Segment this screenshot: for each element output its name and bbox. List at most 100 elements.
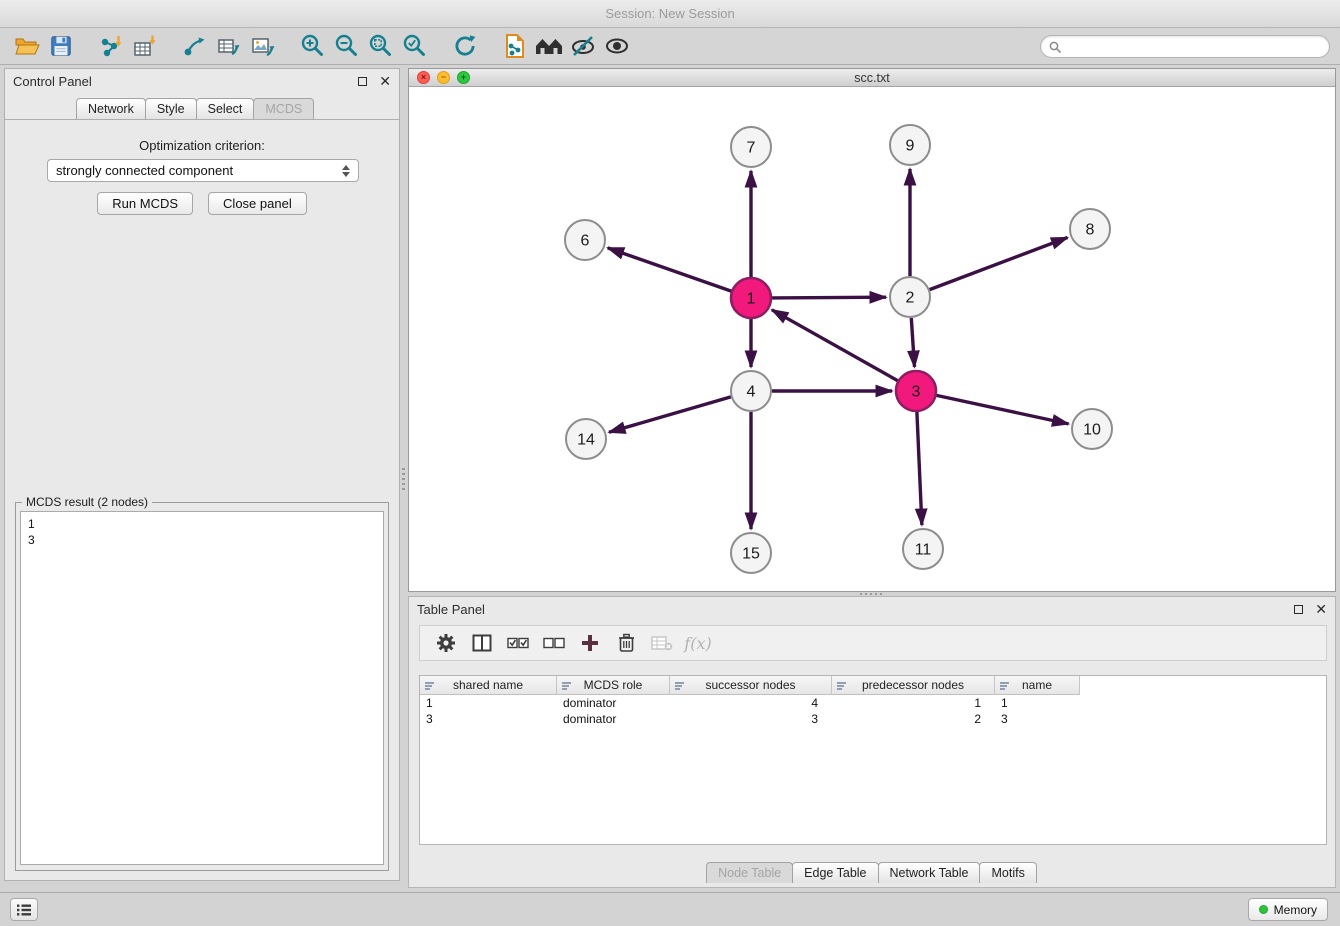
export-table-icon[interactable] — [212, 31, 246, 61]
table-header-row: shared nameMCDS rolesuccessor nodesprede… — [420, 676, 1326, 695]
sort-icon — [1000, 681, 1010, 691]
edge-4-14[interactable] — [609, 397, 731, 432]
column-header-predecessor-nodes[interactable]: predecessor nodes — [832, 676, 995, 695]
table-cell[interactable]: 1 — [832, 695, 995, 711]
optimization-dropdown[interactable]: strongly connected component — [47, 159, 359, 182]
search-input[interactable] — [1066, 40, 1321, 54]
node-11[interactable]: 11 — [903, 529, 943, 569]
table-row[interactable]: 3dominator323 — [420, 711, 1326, 727]
vertical-splitter[interactable] — [400, 68, 408, 881]
column-header-successor-nodes[interactable]: successor nodes — [670, 676, 832, 695]
import-network-icon[interactable] — [94, 31, 128, 61]
search-box — [1040, 35, 1330, 58]
open-session-icon[interactable] — [10, 31, 44, 61]
floppy-disk-icon — [49, 34, 73, 58]
run-mcds-button[interactable]: Run MCDS — [97, 192, 193, 215]
deselect-all-button[interactable] — [536, 628, 572, 658]
add-column-button[interactable] — [572, 628, 608, 658]
refresh-layout-icon[interactable] — [448, 31, 482, 61]
close-window-icon[interactable]: × — [417, 71, 430, 84]
table-row[interactable]: 1dominator411 — [420, 695, 1326, 711]
edge-3-11[interactable] — [917, 412, 922, 525]
zoom-in-icon[interactable] — [296, 31, 330, 61]
column-header-shared-name[interactable]: shared name — [420, 676, 557, 695]
node-7[interactable]: 7 — [731, 127, 771, 167]
unchecked-boxes-icon — [543, 636, 565, 650]
tab-network-table[interactable]: Network Table — [878, 862, 981, 883]
save-session-icon[interactable] — [44, 31, 78, 61]
edge-1-2[interactable] — [772, 297, 886, 298]
status-bar: Memory — [0, 892, 1340, 926]
edge-2-8[interactable] — [930, 238, 1068, 290]
table-cell[interactable]: 3 — [995, 711, 1080, 727]
tab-node-table[interactable]: Node Table — [706, 862, 793, 883]
network-canvas[interactable]: 7 9 6 8 1 2 4 3 14 10 15 11 — [409, 87, 1335, 591]
search-icon — [1049, 41, 1061, 53]
maximize-window-icon[interactable]: + — [457, 71, 470, 84]
float-panel-icon[interactable] — [358, 77, 367, 86]
node-1[interactable]: 1 — [731, 278, 771, 318]
node-9[interactable]: 9 — [890, 125, 930, 165]
float-table-panel-icon[interactable] — [1294, 605, 1303, 614]
new-network-icon[interactable] — [178, 31, 212, 61]
table-cell[interactable]: dominator — [557, 711, 670, 727]
task-history-button[interactable] — [10, 898, 38, 921]
zoom-selected-icon[interactable] — [398, 31, 432, 61]
table-cell[interactable]: 2 — [832, 711, 995, 727]
zoom-selected-icon — [402, 33, 428, 59]
zoom-fit-icon[interactable] — [364, 31, 398, 61]
close-panel-button[interactable]: Close panel — [208, 192, 307, 215]
show-graphics-details-icon[interactable] — [600, 31, 634, 61]
zoom-out-icon[interactable] — [330, 31, 364, 61]
edge-3-10[interactable] — [937, 395, 1069, 424]
table-cell[interactable]: 1 — [420, 695, 557, 711]
tab-edge-table[interactable]: Edge Table — [792, 862, 878, 883]
table-cell[interactable]: 4 — [670, 695, 832, 711]
show-columns-button[interactable] — [464, 628, 500, 658]
table-cell[interactable]: 1 — [995, 695, 1080, 711]
table-cell[interactable]: 3 — [670, 711, 832, 727]
edge-1-6[interactable] — [608, 248, 732, 291]
folder-open-icon — [14, 34, 40, 58]
node-8[interactable]: 8 — [1070, 209, 1110, 249]
edge-2-3[interactable] — [911, 318, 914, 367]
minimize-window-icon[interactable]: − — [437, 71, 450, 84]
column-header-MCDS-role[interactable]: MCDS role — [557, 676, 670, 695]
column-header-name[interactable]: name — [995, 676, 1080, 695]
table-cell[interactable]: 3 — [420, 711, 557, 727]
tab-motifs[interactable]: Motifs — [979, 862, 1036, 883]
node-3[interactable]: 3 — [896, 371, 936, 411]
close-table-panel-icon[interactable]: ✕ — [1315, 602, 1327, 616]
node-2[interactable]: 2 — [890, 277, 930, 317]
optimization-criterion-label: Optimization criterion: — [5, 138, 399, 153]
memory-status-icon — [1259, 905, 1268, 914]
table-settings-button[interactable] — [428, 628, 464, 658]
network-share-icon — [183, 34, 207, 58]
tab-network[interactable]: Network — [76, 98, 146, 119]
table-cell[interactable]: dominator — [557, 695, 670, 711]
node-4[interactable]: 4 — [731, 371, 771, 411]
tab-mcds[interactable]: MCDS — [253, 98, 314, 119]
node-10[interactable]: 10 — [1072, 409, 1112, 449]
function-builder-button[interactable]: f(x) — [680, 628, 716, 658]
delete-column-button[interactable] — [608, 628, 644, 658]
select-all-button[interactable] — [500, 628, 536, 658]
node-15[interactable]: 15 — [731, 533, 771, 573]
tab-style[interactable]: Style — [145, 98, 197, 119]
home-icon[interactable] — [532, 31, 566, 61]
sort-icon — [837, 681, 847, 691]
memory-button[interactable]: Memory — [1248, 898, 1328, 921]
open-network-document-icon[interactable] — [498, 31, 532, 61]
delete-table-button[interactable] — [644, 628, 680, 658]
close-panel-icon[interactable]: ✕ — [379, 74, 391, 88]
edge-3-1[interactable] — [772, 310, 898, 381]
tab-select[interactable]: Select — [196, 98, 255, 119]
node-6[interactable]: 6 — [565, 220, 605, 260]
control-panel-title: Control Panel — [13, 74, 92, 89]
network-window-title: scc.txt — [409, 71, 1335, 85]
node-14[interactable]: 14 — [566, 419, 606, 459]
style-eye-icon[interactable] — [566, 31, 600, 61]
export-image-icon[interactable] — [246, 31, 280, 61]
sort-icon — [675, 681, 685, 691]
import-table-icon[interactable] — [128, 31, 162, 61]
